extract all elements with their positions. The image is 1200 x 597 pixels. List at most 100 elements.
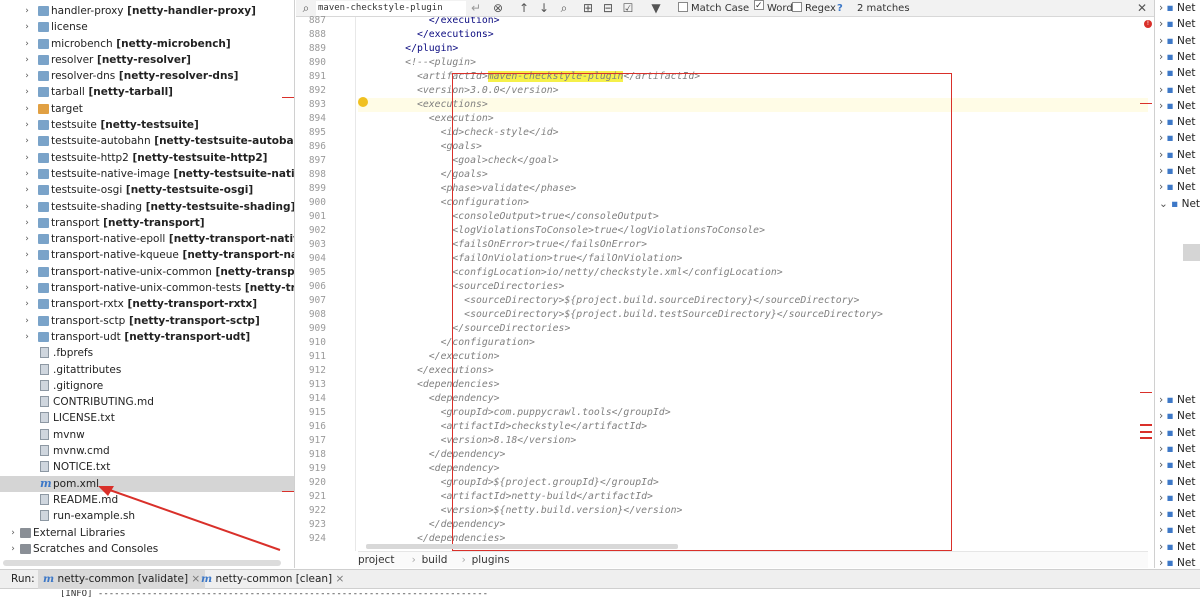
regex-help[interactable]: ? (837, 0, 843, 17)
chevron-right-icon[interactable]: › (1159, 165, 1167, 177)
maven-project-item[interactable]: › ▪ Net (1159, 163, 1195, 179)
chevron-right-icon[interactable]: › (22, 84, 32, 100)
maven-project-item[interactable]: › ▪ Net (1159, 147, 1195, 163)
chevron-right-icon[interactable]: › (22, 264, 32, 280)
maven-project-item[interactable]: › ▪ Net (1159, 474, 1195, 490)
clear-search-icon[interactable]: ⊗ (490, 0, 506, 17)
chevron-right-icon[interactable]: › (8, 541, 18, 557)
chevron-right-icon[interactable]: › (22, 231, 32, 247)
maven-project-item[interactable]: › ▪ Net (1159, 98, 1195, 114)
chevron-right-icon[interactable]: › (22, 117, 32, 133)
tree-item[interactable]: m pom.xml (0, 475, 294, 492)
match-case-box[interactable] (678, 2, 688, 12)
code-line[interactable]: </executions> (358, 28, 494, 42)
maven-project-item[interactable]: › ▪ Net (1159, 179, 1195, 195)
chevron-right-icon[interactable]: › (22, 166, 32, 182)
tree-item[interactable]: mvnw.cmd (0, 443, 294, 459)
maven-project-item[interactable]: › ▪ Net (1159, 16, 1195, 32)
chevron-right-icon[interactable]: › (22, 215, 32, 231)
code-line[interactable]: <!--<plugin> (358, 56, 476, 70)
chevron-right-icon[interactable]: › (8, 525, 18, 541)
chevron-right-icon[interactable]: › (1159, 51, 1167, 63)
chevron-right-icon[interactable]: › (1159, 557, 1167, 568)
chevron-right-icon[interactable]: › (22, 280, 32, 296)
tree-item[interactable]: .gitignore (0, 378, 294, 394)
tree-item[interactable]: › Scratches and Consoles (0, 541, 294, 557)
tree-item[interactable]: › resolver-dns [netty-resolver-dns] (0, 68, 294, 84)
chevron-right-icon[interactable]: › (1159, 67, 1167, 79)
chevron-right-icon[interactable]: › (22, 101, 32, 117)
chevron-right-icon[interactable]: › (22, 3, 32, 19)
tree-item[interactable]: .gitattributes (0, 362, 294, 378)
tree-item[interactable]: › transport-native-unix-common [netty-tra… (0, 264, 294, 280)
chevron-right-icon[interactable]: › (22, 19, 32, 35)
regex-box[interactable] (792, 2, 802, 12)
maven-project-item[interactable]: › ▪ Net (1159, 114, 1195, 130)
code-area[interactable]: </execution> </executions> </plugin> <!-… (358, 17, 1148, 551)
chevron-right-icon[interactable]: › (22, 329, 32, 345)
intention-bulb-icon[interactable] (358, 97, 368, 107)
tree-item[interactable]: › testsuite [netty-testsuite] (0, 117, 294, 133)
tree-item[interactable]: › target (0, 101, 294, 117)
chevron-right-icon[interactable]: › (1159, 100, 1167, 112)
chevron-right-icon[interactable]: › (1159, 541, 1167, 553)
chevron-right-icon[interactable]: › (1159, 508, 1167, 520)
remove-occurrence-icon[interactable]: ⊟ (600, 0, 616, 17)
breadcrumb-item[interactable]: plugins (472, 552, 510, 569)
chevron-right-icon[interactable]: › (22, 36, 32, 52)
chevron-right-icon[interactable]: › (1159, 459, 1167, 471)
chevron-right-icon[interactable]: › (1159, 132, 1167, 144)
chevron-right-icon[interactable]: › (22, 182, 32, 198)
maven-project-item[interactable]: › ▪ Net (1159, 0, 1195, 16)
tree-item[interactable]: › transport-rxtx [netty-transport-rxtx] (0, 296, 294, 312)
maven-project-item[interactable]: › ▪ Net (1159, 441, 1195, 457)
tree-item[interactable]: run-example.sh (0, 508, 294, 524)
maven-project-item[interactable]: › ▪ Net (1159, 392, 1195, 408)
maven-project-item[interactable]: › ▪ Net (1159, 457, 1195, 473)
regex-checkbox[interactable]: Regex (792, 0, 836, 17)
chevron-right-icon[interactable]: › (22, 150, 32, 166)
chevron-right-icon[interactable]: › (1159, 476, 1167, 488)
chevron-right-icon[interactable]: › (1159, 2, 1167, 14)
tree-item[interactable]: › transport-native-epoll [netty-transport… (0, 231, 294, 247)
tree-item[interactable]: NOTICE.txt (0, 459, 294, 475)
tree-item[interactable]: › testsuite-autobahn [netty-testsuite-aut… (0, 133, 294, 149)
tree-item[interactable]: › transport-native-unix-common-tests [net… (0, 280, 294, 296)
tree-item[interactable]: › External Libraries (0, 525, 294, 541)
tree-item[interactable]: CONTRIBUTING.md (0, 394, 294, 410)
tree-item[interactable]: › license (0, 19, 294, 35)
tree-item[interactable]: › transport-native-kqueue [netty-transpor… (0, 247, 294, 263)
add-occurrence-icon[interactable]: ⊞ (580, 0, 596, 17)
tree-item[interactable]: › testsuite-shading [netty-testsuite-shad… (0, 199, 294, 215)
chevron-right-icon[interactable]: › (22, 199, 32, 215)
newline-icon[interactable]: ↵ (468, 0, 484, 17)
maven-project-item[interactable]: › ▪ Net (1159, 408, 1195, 424)
maven-project-item[interactable]: › ▪ Net (1159, 65, 1195, 81)
maven-project-item[interactable]: › ▪ Net (1159, 539, 1195, 555)
maven-project-item[interactable]: › ▪ Net (1159, 522, 1195, 538)
maven-project-item[interactable]: ⌄ ▪ Net (1159, 196, 1200, 212)
maven-project-item[interactable]: › ▪ Net (1159, 82, 1195, 98)
match-case-checkbox[interactable]: Match Case (678, 0, 749, 17)
chevron-down-icon[interactable]: ⌄ (1159, 198, 1171, 210)
code-line[interactable]: </execution> (358, 17, 500, 28)
chevron-right-icon[interactable]: › (1159, 116, 1167, 128)
editor-horizontal-scrollbar[interactable] (366, 544, 678, 549)
chevron-right-icon[interactable]: › (22, 68, 32, 84)
chevron-right-icon[interactable]: › (22, 52, 32, 68)
tree-item[interactable]: › transport-sctp [netty-transport-sctp] (0, 313, 294, 329)
chevron-right-icon[interactable]: › (22, 247, 32, 263)
chevron-right-icon[interactable]: › (1159, 427, 1167, 439)
tree-item[interactable]: › transport-udt [netty-transport-udt] (0, 329, 294, 345)
chevron-right-icon[interactable]: › (1159, 181, 1167, 193)
tree-item[interactable]: › testsuite-osgi [netty-testsuite-osgi] (0, 182, 294, 198)
filter-icon[interactable]: ▼ (648, 0, 664, 17)
breadcrumb-item[interactable]: build (422, 552, 448, 569)
find-all-icon[interactable]: ⌕ (556, 0, 572, 17)
maven-project-item[interactable]: › ▪ Net (1159, 490, 1195, 506)
tree-item[interactable]: › transport [netty-transport] (0, 215, 294, 231)
chevron-right-icon[interactable]: › (1159, 492, 1167, 504)
maven-project-item[interactable]: › ▪ Net (1159, 130, 1195, 146)
tree-item[interactable]: › testsuite-http2 [netty-testsuite-http2] (0, 150, 294, 166)
tree-item[interactable]: › handler-proxy [netty-handler-proxy] (0, 3, 294, 19)
